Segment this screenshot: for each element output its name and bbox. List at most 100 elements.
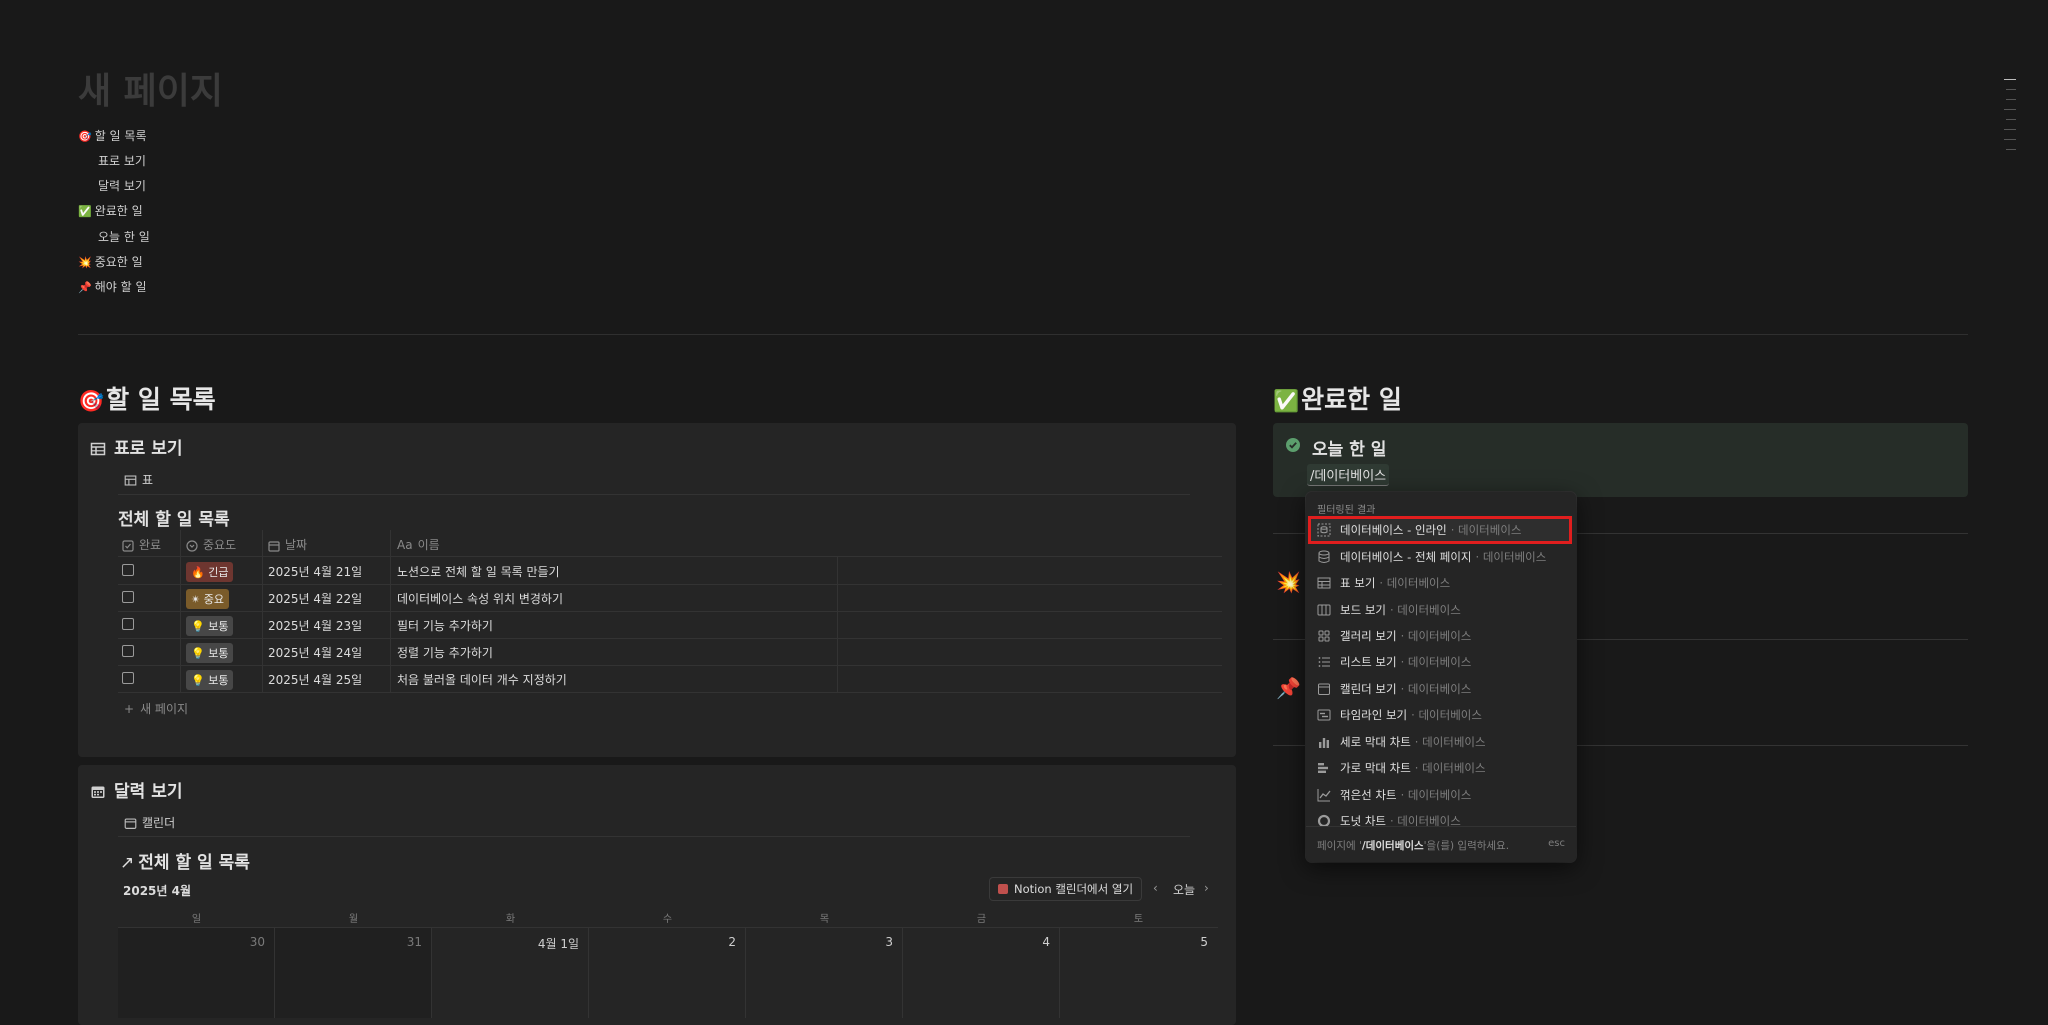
col-header-name[interactable]: Aa 이름 [397, 536, 440, 553]
date-cell[interactable]: 2025년 4월 23일 [268, 617, 362, 634]
col-header-done[interactable]: 완료 [122, 536, 161, 553]
slash-command-input[interactable]: /데이터베이스 [1307, 464, 1390, 486]
menu-item-timeline-view[interactable]: 타임라인 보기 · 데이터베이스 [1316, 703, 1482, 727]
priority-tag[interactable]: 💡 보통 [186, 670, 234, 690]
col-divider [390, 530, 391, 692]
row-checkbox[interactable] [122, 564, 134, 576]
calendar-db-title[interactable]: ↗ 전체 할 일 목록 [120, 848, 250, 873]
menu-item-horizontal-bar-chart[interactable]: 가로 막대 차트 · 데이터베이스 [1316, 756, 1486, 780]
important-callout-emoji: 💥 [1276, 570, 1301, 594]
table-small-icon [124, 475, 137, 486]
esc-hint[interactable]: esc [1548, 838, 1565, 849]
date-cell[interactable]: 2025년 4월 24일 [268, 644, 362, 661]
gallery-icon [1316, 628, 1332, 644]
database-full-icon [1316, 549, 1332, 565]
open-notion-calendar-button[interactable]: Notion 캘린더에서 열기 [989, 877, 1143, 901]
calendar-day-number: 30 [249, 935, 265, 949]
page-title[interactable]: 새 페이지 [78, 62, 223, 114]
menu-item-list-view[interactable]: 리스트 보기 · 데이터베이스 [1316, 650, 1471, 674]
menu-item-database-full-page[interactable]: 데이터베이스 - 전체 페이지 · 데이터베이스 [1316, 545, 1546, 569]
menu-item-line-chart[interactable]: 꺾은선 차트 · 데이터베이스 [1316, 783, 1471, 807]
horizontal-bar-chart-icon [1316, 760, 1332, 776]
calendar-icon [91, 786, 105, 798]
row-divider [118, 584, 1222, 585]
db-title[interactable]: 전체 할 일 목록 [118, 505, 230, 530]
row-checkbox[interactable] [122, 591, 134, 603]
name-cell[interactable]: 필터 기능 추가하기 [397, 617, 493, 634]
view-tab-calendar[interactable]: 캘린더 [124, 814, 175, 831]
menu-footer: 페이지에 '/데이터베이스'을(를) 입력하세요. esc [1306, 826, 1576, 862]
tab-divider [118, 494, 1190, 495]
select-property-icon [186, 539, 198, 552]
section-heading-done[interactable]: ✅완료한 일 [1273, 380, 1402, 416]
vertical-bar-chart-icon [1316, 734, 1332, 750]
toc-item-todo[interactable]: 🎯 할 일 목록 [78, 127, 147, 144]
row-divider [118, 611, 1222, 612]
toc-item-calendar-view[interactable]: 달력 보기 [98, 177, 146, 194]
today-button[interactable]: 오늘 [1173, 881, 1195, 898]
weekday-label: 토 [1133, 914, 1144, 925]
weekday-label: 수 [662, 914, 673, 925]
plus-icon: + [124, 702, 135, 716]
weekday-label: 목 [819, 914, 830, 925]
menu-item-calendar-view[interactable]: 캘린더 보기 · 데이터베이스 [1316, 677, 1471, 701]
menu-item-database-inline[interactable]: 데이터베이스 - 인라인 · 데이터베이스 [1316, 518, 1521, 542]
col-header-date[interactable]: 날짜 [268, 536, 307, 553]
toc-item-done[interactable]: ✅ 완료한 일 [78, 202, 143, 219]
calendar-month: 2025년 4월 [123, 884, 192, 898]
database-inline-icon [1316, 522, 1332, 538]
priority-tag[interactable]: 💡 보통 [186, 616, 234, 636]
calendar-day-number: 2 [728, 935, 736, 949]
col-header-priority[interactable]: 중요도 [186, 536, 236, 553]
next-month-button[interactable]: › [1204, 881, 1209, 895]
name-cell[interactable]: 처음 불러올 데이터 개수 지정하기 [397, 671, 567, 688]
board-icon [1316, 602, 1332, 618]
menu-item-vertical-bar-chart[interactable]: 세로 막대 차트 · 데이터베이스 [1316, 730, 1486, 754]
date-cell[interactable]: 2025년 4월 25일 [268, 671, 362, 688]
section-heading-todo[interactable]: 🎯할 일 목록 [78, 380, 216, 416]
table-view-title[interactable]: 표로 보기 [90, 434, 182, 459]
priority-tag[interactable]: ✴ 중요 [186, 589, 229, 609]
checkbox-property-icon [122, 539, 134, 552]
menu-item-board-view[interactable]: 보드 보기 · 데이터베이스 [1316, 598, 1461, 622]
new-page-button[interactable]: + 새 페이지 [124, 700, 188, 717]
today-title[interactable]: 오늘 한 일 [1312, 435, 1386, 460]
weekday-label: 월 [348, 914, 359, 925]
row-divider [118, 556, 1222, 557]
col-divider [262, 530, 263, 692]
tab-divider [118, 836, 1190, 837]
name-cell[interactable]: 정렬 기능 추가하기 [397, 644, 493, 661]
name-cell[interactable]: 노션으로 전체 할 일 목록 만들기 [397, 563, 560, 580]
toc-item-must-do[interactable]: 📌 해야 할 일 [78, 278, 147, 295]
divider [78, 334, 1968, 335]
calendar-day-number: 4월 1일 [537, 937, 579, 951]
chevron-right-icon: › [1204, 881, 1209, 895]
priority-tag[interactable]: 💡 보통 [186, 643, 234, 663]
toc-item-important[interactable]: 💥 중요한 일 [78, 253, 143, 270]
date-cell[interactable]: 2025년 4월 22일 [268, 590, 362, 607]
name-cell[interactable]: 데이터베이스 속성 위치 변경하기 [397, 590, 563, 607]
weekday-label: 금 [976, 914, 987, 925]
view-tab-table[interactable]: 표 [124, 471, 153, 488]
menu-header: 필터링된 결과 [1317, 505, 1376, 516]
calendar-view-title[interactable]: 달력 보기 [90, 777, 182, 802]
prev-month-button[interactable]: ‹ [1153, 881, 1158, 895]
menu-item-gallery-view[interactable]: 갤러리 보기 · 데이터베이스 [1316, 624, 1471, 648]
date-cell[interactable]: 2025년 4월 21일 [268, 563, 362, 580]
row-divider [118, 638, 1222, 639]
priority-tag[interactable]: 🔥 긴급 [186, 562, 234, 582]
menu-item-table-view[interactable]: 표 보기 · 데이터베이스 [1316, 571, 1450, 595]
row-checkbox[interactable] [122, 618, 134, 630]
must-do-callout-emoji: 📌 [1276, 676, 1301, 700]
row-checkbox[interactable] [122, 645, 134, 657]
linked-arrow-icon: ↗ [120, 853, 135, 873]
toc-item-table-view[interactable]: 표로 보기 [98, 152, 146, 169]
calendar-small-icon [124, 818, 137, 829]
calendar-day-number: 3 [885, 935, 893, 949]
row-checkbox[interactable] [122, 672, 134, 684]
notion-calendar-icon [998, 884, 1008, 894]
table-icon [1316, 575, 1332, 591]
toc-item-today[interactable]: 오늘 한 일 [98, 228, 150, 245]
calendar-day-number: 5 [1200, 935, 1208, 949]
title-property-icon: Aa [397, 538, 413, 552]
